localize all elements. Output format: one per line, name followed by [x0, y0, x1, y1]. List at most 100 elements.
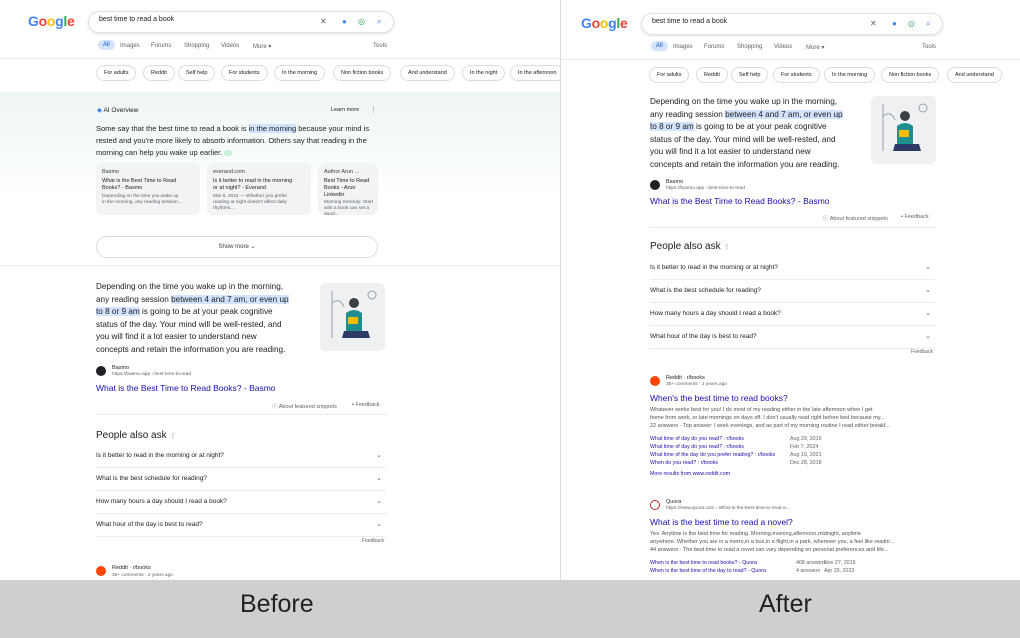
paa-question[interactable]: How many hours a day should I read a boo…	[650, 303, 935, 326]
sub-result-link[interactable]: When is the best time to read books? - Q…	[650, 560, 910, 566]
tab-videos[interactable]: Videos	[221, 43, 239, 49]
tab-images[interactable]: Images	[673, 44, 693, 50]
more-options-icon[interactable]: ⋮	[370, 106, 377, 114]
citation-icon[interactable]	[224, 150, 233, 157]
mic-icon[interactable]: ●	[892, 18, 897, 30]
chip[interactable]: For students	[221, 65, 268, 81]
paa-question[interactable]: Is it better to read in the morning or a…	[96, 445, 386, 468]
basmo-favicon	[96, 366, 106, 376]
sub-result-link[interactable]: What time of day do you read? : r/books A…	[650, 436, 850, 442]
source-url: https://basmo.app › best-time-to-read	[666, 186, 745, 191]
chip[interactable]: For adults	[649, 67, 690, 83]
search-input[interactable]: best time to read a book ✕ ● ◎ ⌕	[88, 11, 394, 33]
paa-question[interactable]: What hour of the day is best to read? ⌄	[650, 326, 935, 349]
result-snippet: Yes. Anytime is the best time for readin…	[650, 531, 895, 553]
learn-more-link[interactable]: Learn more	[331, 107, 359, 113]
search-input[interactable]: best time to read a book ✕ ● ◎ ⌕	[641, 13, 943, 35]
google-logo[interactable]: Google	[28, 13, 75, 29]
about-featured-snippets[interactable]: ⓘ About featured snippets	[272, 402, 337, 410]
chip[interactable]: In the morning	[824, 67, 876, 83]
feedback-link[interactable]: ▪ Feedback	[901, 214, 929, 220]
tab-shopping[interactable]: Shopping	[184, 43, 209, 49]
tab-all[interactable]: All	[98, 40, 115, 50]
tab-more[interactable]: More ▾	[253, 43, 271, 50]
chip[interactable]: Reddit	[143, 65, 175, 81]
search-icon[interactable]: ⌕	[377, 16, 381, 28]
search-icon[interactable]: ⌕	[926, 18, 930, 30]
chevron-down-icon: ⌄	[925, 264, 931, 271]
source-name: Reddit · r/books	[666, 375, 705, 381]
paa-question[interactable]: Is it better to read in the morning or a…	[650, 257, 935, 280]
tab-tools[interactable]: Tools	[922, 44, 936, 50]
google-logo[interactable]: Google	[581, 15, 628, 31]
featured-result-link[interactable]: What is the Best Time to Read Books? - B…	[650, 196, 830, 206]
tab-forums[interactable]: Forums	[151, 43, 171, 49]
tab-images[interactable]: Images	[120, 43, 140, 49]
section-divider	[650, 227, 935, 228]
result-snippet: Whatever works best for you! I do most o…	[650, 407, 890, 429]
chip[interactable]: Non fiction books	[881, 67, 940, 83]
feedback-link[interactable]: Feedback	[362, 538, 384, 544]
featured-snippet-text: Depending on the time you wake up in the…	[96, 282, 289, 354]
about-featured-snippets[interactable]: ⓘ About featured snippets	[823, 214, 888, 222]
tab-more[interactable]: More ▾	[806, 44, 824, 51]
source-name: Basmo	[666, 179, 684, 185]
sub-result-link[interactable]: What time of the day do you prefer readi…	[650, 452, 850, 458]
paa-question[interactable]: What is the best schedule for reading? ⌄	[96, 468, 386, 491]
ai-source-card[interactable]: everand.com Is it better to read in the …	[207, 163, 311, 215]
paa-question[interactable]: What is the best schedule for reading? ⌄	[650, 280, 935, 303]
quora-result-link[interactable]: What is the best time to read a novel?	[650, 517, 793, 527]
caption-bar	[0, 580, 1020, 638]
chip[interactable]: Self help	[731, 67, 769, 83]
sub-result-link[interactable]: When do you read? : r/books Dec 28, 2018	[650, 460, 850, 466]
paa-question[interactable]: What hour of the day is best to read? ⌄	[96, 514, 386, 537]
chip[interactable]: And understand	[400, 65, 455, 81]
show-more-button[interactable]: Show more ⌄	[96, 236, 378, 258]
chevron-down-icon: ⌄	[376, 475, 382, 482]
section-divider	[96, 414, 386, 415]
clear-icon[interactable]: ✕	[870, 18, 877, 30]
chip[interactable]: For adults	[96, 65, 137, 81]
reading-illustration	[320, 283, 385, 351]
after-caption: After	[759, 590, 812, 618]
lens-icon[interactable]: ◎	[358, 16, 365, 28]
featured-result-link[interactable]: What is the Best Time to Read Books? - B…	[96, 383, 276, 393]
more-results-link[interactable]: More results from www.reddit.com	[650, 471, 730, 477]
tab-forums[interactable]: Forums	[704, 44, 724, 50]
ai-source-card[interactable]: Basmo What is the Best Time to Read Book…	[96, 163, 200, 215]
sub-result-link[interactable]: When is the best time of the day to read…	[650, 568, 910, 574]
reading-illustration	[871, 96, 936, 164]
featured-snippet-text: Depending on the time you wake up in the…	[650, 97, 843, 169]
chip[interactable]: Self help	[178, 65, 216, 81]
source-name: Reddit · r/books	[112, 565, 151, 571]
header-divider	[561, 59, 1020, 60]
tabs: All Images Forums Shopping Videos More ▾…	[98, 40, 398, 53]
chip[interactable]: In the night	[462, 65, 506, 81]
chip[interactable]: And understand	[947, 67, 1002, 83]
people-also-ask-title: People also ask ⋮	[650, 241, 731, 252]
chevron-down-icon: ⌄	[376, 452, 382, 459]
tab-tools[interactable]: Tools	[373, 43, 387, 49]
reddit-result-link[interactable]: When's the best time to read books?	[650, 393, 788, 403]
search-query-text: best time to read a book	[652, 18, 728, 25]
clear-icon[interactable]: ✕	[320, 16, 327, 28]
chip[interactable]: Reddit	[696, 67, 728, 83]
reddit-favicon	[650, 376, 660, 386]
feedback-link[interactable]: ▪ Feedback	[352, 402, 380, 408]
mic-icon[interactable]: ●	[342, 16, 347, 28]
ai-overview-header: ◆ AI Overview	[97, 107, 139, 114]
chip[interactable]: Non fiction books	[333, 65, 392, 81]
tab-shopping[interactable]: Shopping	[737, 44, 762, 50]
source-name: Quora	[666, 499, 682, 505]
feedback-link[interactable]: Feedback	[911, 349, 933, 355]
sub-result-link[interactable]: What time of day do you read? : r/books F…	[650, 444, 850, 450]
tab-all[interactable]: All	[651, 41, 668, 51]
paa-question[interactable]: How many hours a day should I read a boo…	[96, 491, 386, 514]
ai-source-card[interactable]: Author Arun ... Best Time to Read Books …	[318, 163, 378, 215]
chip[interactable]: For students	[773, 67, 820, 83]
lens-icon[interactable]: ◎	[908, 18, 915, 30]
chip[interactable]: In the afternoon	[510, 65, 560, 81]
tab-videos[interactable]: Videos	[774, 44, 792, 50]
chip[interactable]: In the morning	[274, 65, 326, 81]
chevron-down-icon: ⌄	[925, 310, 931, 317]
